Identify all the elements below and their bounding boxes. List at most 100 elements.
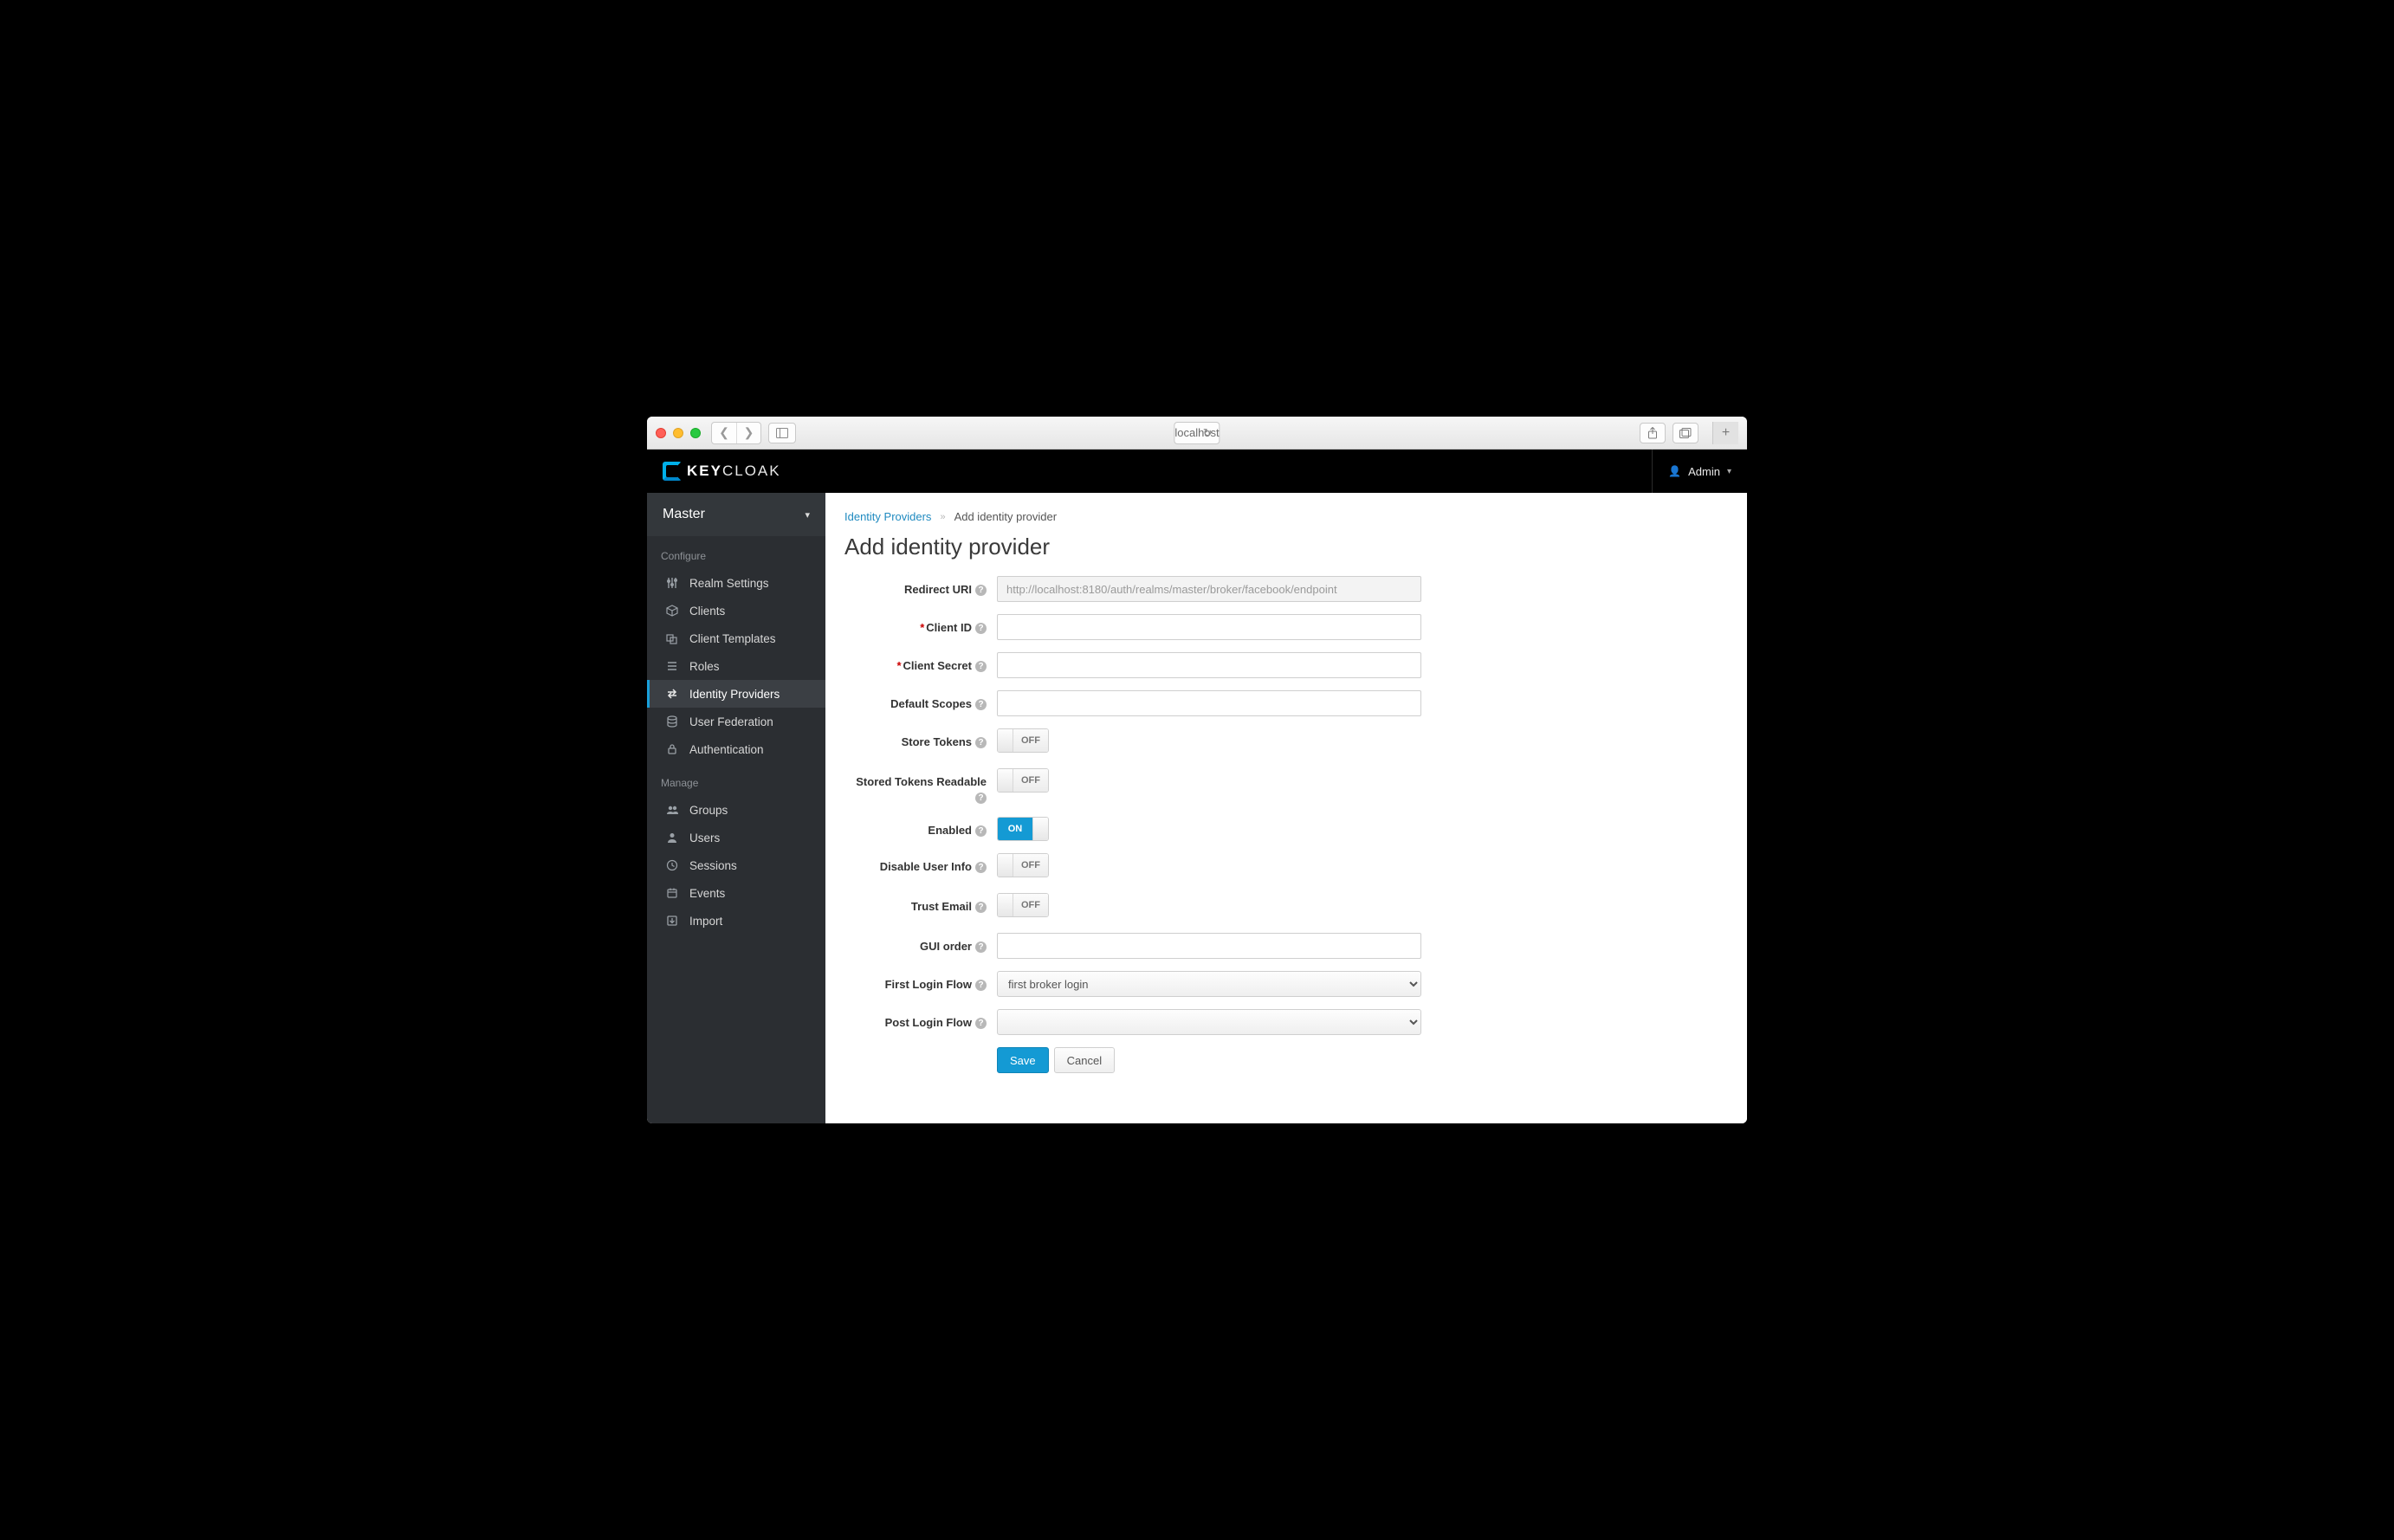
close-window-icon[interactable] [656, 428, 666, 438]
help-icon[interactable]: ? [975, 737, 987, 748]
import-icon [665, 914, 679, 928]
page-title: Add identity provider [844, 534, 1728, 560]
zoom-window-icon[interactable] [690, 428, 701, 438]
default-scopes-input[interactable] [997, 690, 1421, 716]
main-content: Identity Providers » Add identity provid… [825, 493, 1747, 1123]
breadcrumb-parent-link[interactable]: Identity Providers [844, 510, 931, 523]
sidebar-item-label: Client Templates [689, 632, 776, 645]
sidebar-item-groups[interactable]: Groups [647, 796, 825, 824]
row-post-login-flow: Post Login Flow? [844, 1009, 1728, 1035]
breadcrumb-current: Add identity provider [954, 510, 1058, 523]
row-trust-email: Trust Email? OFF [844, 893, 1728, 921]
url-bar[interactable]: localhost ↻ [1174, 422, 1220, 444]
row-disable-user-info: Disable User Info? OFF [844, 853, 1728, 881]
sidebar-item-label: Roles [689, 660, 720, 673]
label-client-id: *Client ID? [844, 614, 997, 636]
chevron-down-icon: ▾ [805, 509, 810, 521]
row-default-scopes: Default Scopes? [844, 690, 1728, 716]
disable-user-info-toggle[interactable]: OFF [997, 853, 1049, 877]
label-enabled: Enabled? [844, 817, 997, 838]
label-default-scopes: Default Scopes? [844, 690, 997, 712]
label-post-login-flow: Post Login Flow? [844, 1009, 997, 1031]
brand-text: KEYCLOAK [687, 463, 781, 480]
sidebar-item-label: User Federation [689, 715, 773, 728]
sidebar-item-client-templates[interactable]: Client Templates [647, 624, 825, 652]
window-controls [656, 428, 701, 438]
help-icon[interactable]: ? [975, 661, 987, 672]
sidebar-item-label: Realm Settings [689, 577, 769, 590]
user-icon: 👤 [1668, 465, 1681, 477]
reload-icon[interactable]: ↻ [1203, 426, 1213, 440]
sidebar-item-events[interactable]: Events [647, 879, 825, 907]
sidebar-toggle-button[interactable] [768, 423, 796, 443]
first-login-flow-select[interactable]: first broker login [997, 971, 1421, 997]
help-icon[interactable]: ? [975, 825, 987, 837]
label-trust-email: Trust Email? [844, 893, 997, 915]
store-tokens-toggle[interactable]: OFF [997, 728, 1049, 753]
help-icon[interactable]: ? [975, 793, 987, 804]
sidebar-item-label: Clients [689, 605, 725, 618]
section-manage-label: Manage [647, 763, 825, 796]
row-store-tokens: Store Tokens? OFF [844, 728, 1728, 756]
back-button[interactable]: ❮ [712, 423, 736, 443]
sidebar-item-import[interactable]: Import [647, 907, 825, 935]
sidebar-item-realm-settings[interactable]: Realm Settings [647, 569, 825, 597]
cancel-button[interactable]: Cancel [1054, 1047, 1115, 1073]
label-client-secret: *Client Secret? [844, 652, 997, 674]
label-stored-tokens-readable: Stored Tokens Readable? [844, 768, 997, 805]
help-icon[interactable]: ? [975, 585, 987, 596]
gui-order-input[interactable] [997, 933, 1421, 959]
sidebar-item-users[interactable]: Users [647, 824, 825, 851]
label-gui-order: GUI order? [844, 933, 997, 954]
breadcrumb: Identity Providers » Add identity provid… [844, 510, 1728, 523]
realm-selector[interactable]: Master ▾ [647, 493, 825, 536]
browser-window: ❮ ❯ localhost ↻ + KEYCLOAK [647, 417, 1747, 1123]
user-menu[interactable]: 👤 Admin ▾ [1668, 465, 1731, 478]
save-button[interactable]: Save [997, 1047, 1049, 1073]
user-name: Admin [1688, 465, 1720, 478]
sidebar-item-label: Import [689, 915, 722, 928]
stored-tokens-readable-toggle[interactable]: OFF [997, 768, 1049, 793]
enabled-toggle[interactable]: ON [997, 817, 1049, 841]
section-configure-label: Configure [647, 536, 825, 569]
help-icon[interactable]: ? [975, 980, 987, 991]
redirect-uri-input [997, 576, 1421, 602]
client-secret-input[interactable] [997, 652, 1421, 678]
sidebar-item-label: Events [689, 887, 725, 900]
sidebar-item-clients[interactable]: Clients [647, 597, 825, 624]
keycloak-logo-icon [663, 462, 682, 481]
trust-email-toggle[interactable]: OFF [997, 893, 1049, 917]
sidebar-item-authentication[interactable]: Authentication [647, 735, 825, 763]
url-text: localhost [1174, 426, 1219, 439]
sidebar-item-user-federation[interactable]: User Federation [647, 708, 825, 735]
help-icon[interactable]: ? [975, 941, 987, 953]
minimize-window-icon[interactable] [673, 428, 683, 438]
lock-icon [665, 742, 679, 756]
help-icon[interactable]: ? [975, 699, 987, 710]
client-id-input[interactable] [997, 614, 1421, 640]
label-redirect-uri: Redirect URI? [844, 576, 997, 598]
help-icon[interactable]: ? [975, 623, 987, 634]
nav-buttons: ❮ ❯ [711, 422, 761, 444]
cube-icon [665, 604, 679, 618]
new-tab-button[interactable]: + [1712, 422, 1738, 444]
brand[interactable]: KEYCLOAK [663, 462, 781, 481]
sidebar: Master ▾ Configure Realm Settings Client… [647, 493, 825, 1123]
help-icon[interactable]: ? [975, 862, 987, 873]
label-disable-user-info: Disable User Info? [844, 853, 997, 875]
form-actions: Save Cancel [997, 1047, 1728, 1073]
row-client-secret: *Client Secret? [844, 652, 1728, 678]
sidebar-item-roles[interactable]: Roles [647, 652, 825, 680]
sidebar-item-label: Users [689, 831, 720, 844]
tabs-button[interactable] [1673, 423, 1698, 443]
sidebar-item-label: Sessions [689, 859, 737, 872]
forward-button[interactable]: ❯ [736, 423, 760, 443]
sidebar-item-identity-providers[interactable]: Identity Providers [647, 680, 825, 708]
share-button[interactable] [1640, 423, 1666, 443]
sidebar-item-sessions[interactable]: Sessions [647, 851, 825, 879]
user-icon [665, 831, 679, 844]
post-login-flow-select[interactable] [997, 1009, 1421, 1035]
help-icon[interactable]: ? [975, 1018, 987, 1029]
row-enabled: Enabled? ON [844, 817, 1728, 841]
help-icon[interactable]: ? [975, 902, 987, 913]
